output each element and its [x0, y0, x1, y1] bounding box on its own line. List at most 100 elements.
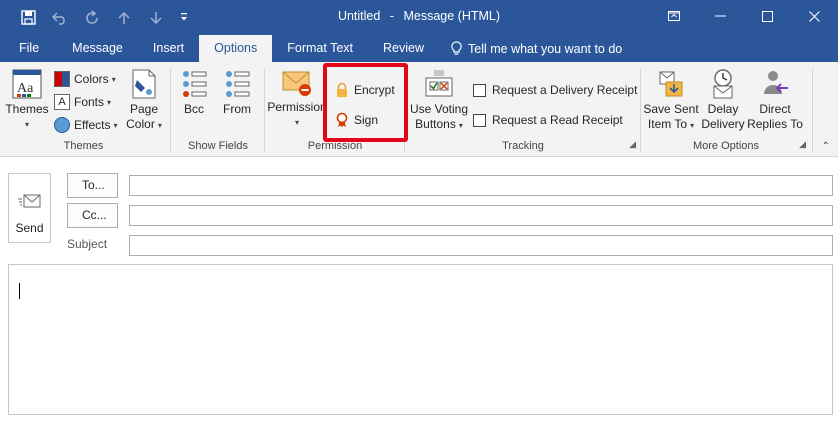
themes-group: Aa Themes ▾ Colors ▾ A Fonts ▾ Effects ▾ Pa…	[0, 66, 167, 152]
message-body[interactable]	[8, 264, 833, 415]
title-bar: Untitled - Message (HTML)	[0, 0, 838, 35]
chevron-down-icon: ▾	[107, 97, 112, 107]
from-label: From	[223, 102, 251, 116]
tab-message[interactable]: Message	[57, 35, 138, 62]
chevron-down-icon: ▾	[294, 118, 299, 127]
tab-file[interactable]: File	[0, 35, 57, 62]
svg-text:Aa: Aa	[17, 81, 34, 96]
fonts-label: Fonts	[74, 95, 105, 109]
save-sent-item-button[interactable]: Save Sent Item To ▾	[642, 68, 700, 133]
themes-label: Themes	[5, 102, 49, 116]
voting-buttons-icon	[425, 70, 453, 97]
bcc-button[interactable]: Bcc	[178, 68, 210, 117]
delay-label-2: Delivery	[701, 117, 745, 131]
direct-replies-icon	[764, 71, 788, 94]
cc-button[interactable]: Cc...	[67, 203, 118, 228]
title-document: Untitled	[337, 9, 381, 23]
direct-replies-button[interactable]: Direct Replies To	[746, 68, 804, 132]
chevron-down-icon: ▾	[113, 120, 118, 130]
tab-review[interactable]: Review	[368, 35, 439, 62]
dialog-launcher-icon[interactable]: ◢	[629, 139, 636, 150]
ribbon-display-options-icon[interactable]	[650, 0, 697, 32]
themes-icon: Aa	[12, 69, 42, 99]
window-controls	[650, 0, 838, 35]
direct-label-1: Direct	[759, 102, 791, 116]
delivery-receipt-checkbox[interactable]: Request a Delivery Receipt	[473, 79, 637, 101]
from-button[interactable]: From	[220, 68, 254, 117]
colors-icon	[54, 71, 70, 87]
group-divider	[812, 68, 813, 152]
colors-button[interactable]: Colors ▾	[54, 68, 116, 90]
fonts-button[interactable]: A Fonts ▾	[54, 91, 111, 113]
cc-field[interactable]	[129, 205, 833, 226]
page-color-button[interactable]: Page Color ▾	[122, 68, 166, 133]
page-color-label-1: Page	[129, 102, 159, 116]
page-color-icon	[132, 69, 156, 99]
delay-label-1: Delay	[707, 102, 739, 116]
tab-insert[interactable]: Insert	[138, 35, 199, 62]
highlight-box	[323, 63, 408, 142]
bcc-icon	[183, 71, 207, 97]
colors-label: Colors	[74, 72, 109, 86]
themes-group-label: Themes	[63, 140, 104, 152]
more-options-group: Save Sent Item To ▾ Delay Delivery Direct…	[642, 66, 810, 152]
chevron-down-icon: ▾	[458, 121, 463, 130]
tab-format-text[interactable]: Format Text	[272, 35, 368, 62]
to-button[interactable]: To...	[67, 173, 118, 198]
subject-label: Subject	[67, 237, 108, 251]
from-icon	[226, 71, 250, 97]
bcc-label: Bcc	[183, 102, 204, 116]
delivery-receipt-check[interactable]	[473, 83, 486, 97]
group-divider	[170, 68, 171, 152]
maximize-icon[interactable]	[744, 0, 791, 32]
send-label: Send	[15, 221, 44, 235]
send-button[interactable]: Send	[8, 173, 51, 243]
page-color-label-2: Color	[126, 117, 155, 131]
voting-label-1: Use Voting	[409, 102, 469, 116]
tracking-group-label: Tracking	[502, 140, 544, 152]
chevron-down-icon: ▾	[111, 74, 116, 84]
permission-button[interactable]: Permission ▾	[267, 68, 327, 130]
chevron-down-icon: ▾	[690, 121, 695, 130]
permission-envelope-icon	[282, 71, 311, 96]
save-sent-label-1: Save Sent	[643, 102, 699, 116]
title-separator: -	[389, 9, 394, 23]
close-icon[interactable]	[791, 0, 838, 32]
chevron-down-icon: ▾	[157, 121, 162, 130]
more-options-group-label: More Options	[692, 140, 760, 152]
tab-options[interactable]: Options	[199, 35, 273, 62]
chevron-down-icon: ▾	[24, 120, 29, 129]
minimize-icon[interactable]	[697, 0, 744, 32]
lightbulb-icon	[451, 41, 462, 55]
read-receipt-label: Request a Read Receipt	[492, 113, 623, 127]
effects-icon	[54, 117, 70, 133]
dialog-launcher-icon[interactable]: ◢	[799, 139, 806, 150]
read-receipt-checkbox[interactable]: Request a Read Receipt	[473, 109, 623, 131]
clock-envelope-icon	[713, 69, 733, 99]
themes-button[interactable]: Aa Themes ▾	[4, 68, 50, 132]
collapse-ribbon-icon[interactable]: ⌃	[822, 141, 830, 152]
group-divider	[640, 68, 641, 152]
save-sent-item-icon	[659, 71, 683, 97]
tell-me-box[interactable]: Tell me what you want to do	[439, 35, 622, 62]
title-type: Message (HTML)	[403, 9, 501, 23]
delay-delivery-button[interactable]: Delay Delivery	[700, 68, 746, 132]
use-voting-buttons-button[interactable]: Use Voting Buttons ▾	[408, 68, 470, 133]
show-fields-group-label: Show Fields	[188, 140, 248, 152]
effects-button[interactable]: Effects ▾	[54, 114, 117, 136]
subject-field[interactable]	[129, 235, 833, 256]
group-divider	[264, 68, 265, 152]
effects-label: Effects	[74, 118, 111, 132]
read-receipt-check[interactable]	[473, 113, 486, 127]
permission-label: Permission	[267, 100, 327, 114]
ribbon-tabs: File Message Insert Options Format Text …	[0, 35, 838, 62]
voting-label-2: Buttons	[415, 117, 456, 131]
ribbon: Aa Themes ▾ Colors ▾ A Fonts ▾ Effects ▾ Pa…	[0, 62, 838, 157]
to-field[interactable]	[129, 175, 833, 196]
text-cursor	[19, 283, 20, 299]
direct-label-2: Replies To	[747, 117, 803, 131]
save-sent-label-2: Item To	[647, 117, 688, 131]
delivery-receipt-label: Request a Delivery Receipt	[492, 83, 638, 97]
tell-me-text: Tell me what you want to do	[468, 41, 623, 56]
tracking-group: Use Voting Buttons ▾ Request a Delivery R…	[406, 66, 640, 152]
